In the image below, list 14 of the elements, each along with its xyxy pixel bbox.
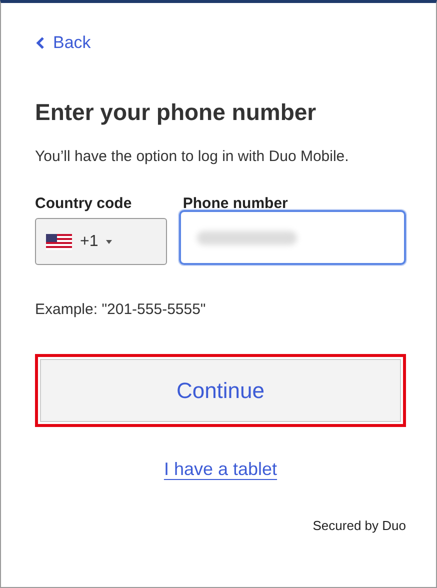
- chevron-left-icon: [35, 36, 45, 50]
- secured-by-text: Secured by Duo: [312, 518, 406, 533]
- field-label: Country code: [35, 195, 133, 212]
- back-link[interactable]: Back: [35, 33, 91, 53]
- example-hint: Example: "201-555-5555": [35, 301, 207, 318]
- field-label: Phone number: [182, 195, 289, 212]
- continue-button[interactable]: Continue: [40, 359, 401, 422]
- caret-icon: [106, 240, 112, 244]
- flag-icon: [46, 234, 72, 250]
- country-code-select[interactable]: +1: [35, 218, 167, 265]
- subtitle: You’ll have the option to log in with Duo Mobile.: [35, 148, 350, 165]
- tablet-link[interactable]: I have a tablet: [164, 459, 278, 480]
- phone-number-field[interactable]: [178, 210, 406, 265]
- page-heading: Enter your phone number: [35, 99, 318, 126]
